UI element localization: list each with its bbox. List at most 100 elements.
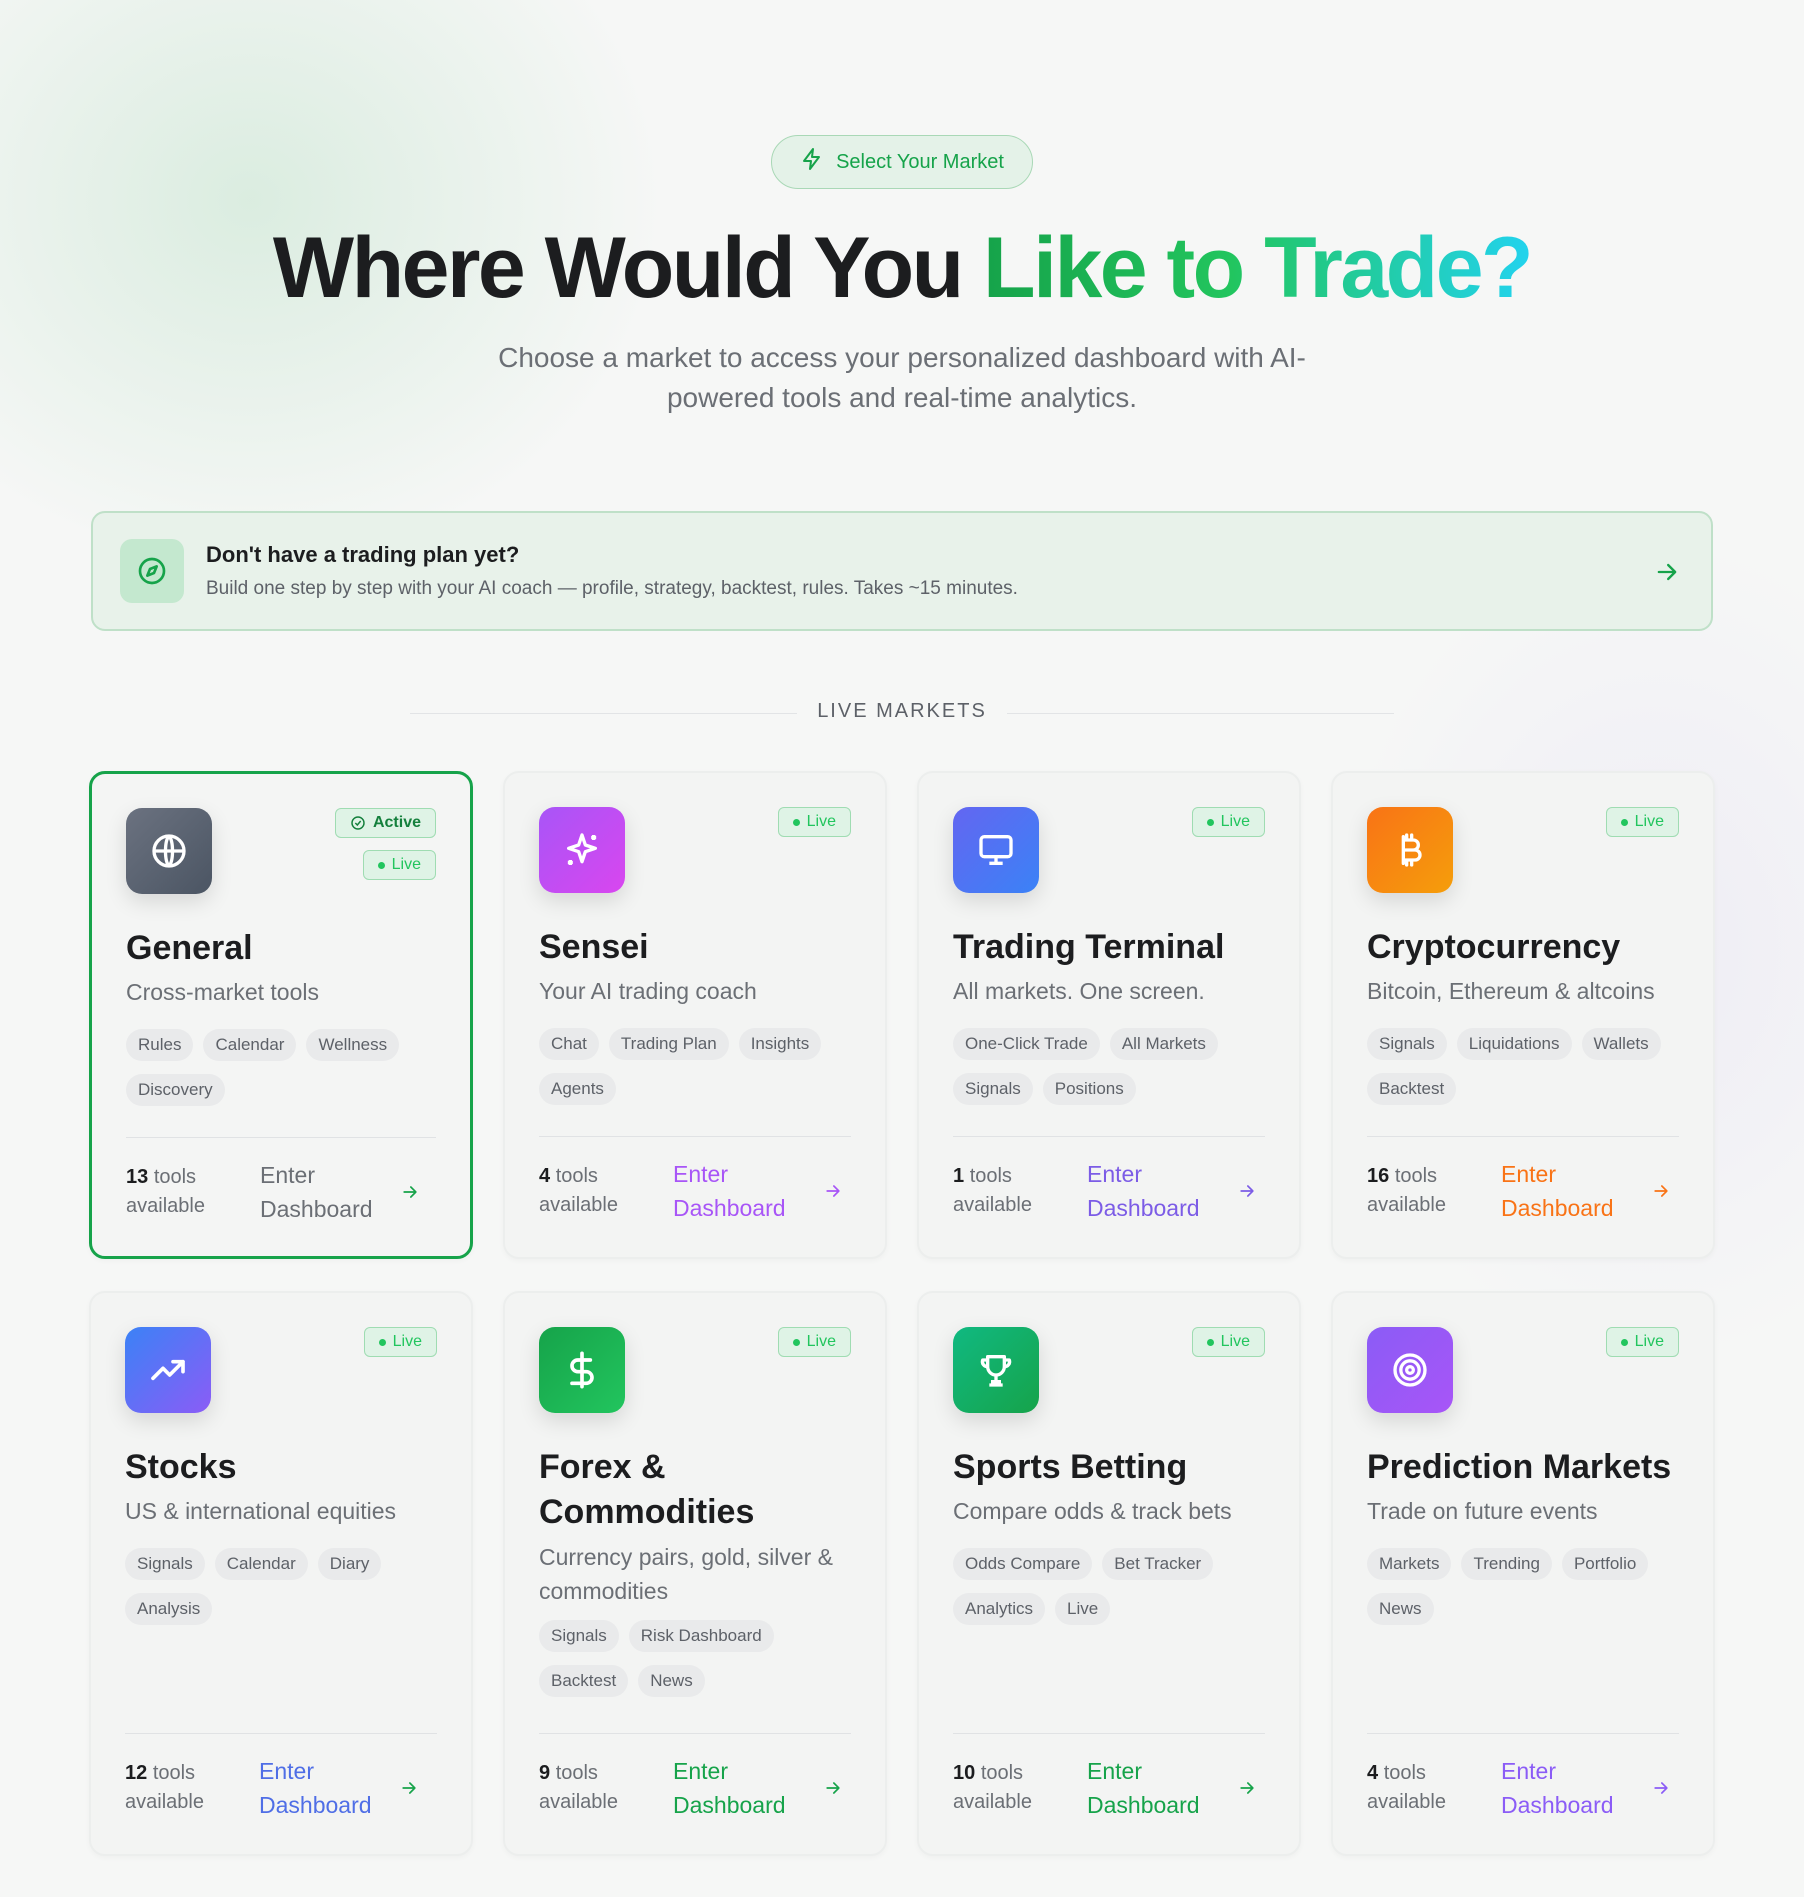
plan-banner-title: Don't have a trading plan yet? — [206, 542, 520, 567]
market-card-forex-commodities[interactable]: Live Forex & Commodities Currency pairs,… — [503, 1291, 887, 1856]
market-card-sports-betting[interactable]: Live Sports Betting Compare odds & track… — [917, 1291, 1301, 1856]
arrow-right-icon[interactable] — [399, 1778, 419, 1798]
feature-tags: Rules Calendar Wellness Discovery — [126, 1029, 456, 1106]
market-card-sensei[interactable]: Live Sensei Your AI trading coach Chat Tr… — [503, 771, 887, 1259]
arrow-right-icon — [1657, 563, 1677, 581]
enter-dashboard-link[interactable]: Enter Dashboard — [673, 1754, 823, 1822]
market-selection-page: Select Your Market Where Would You Like … — [0, 0, 1804, 1897]
pill-label: Select Your Market — [836, 150, 1004, 173]
feature-tag: Risk Dashboard — [628, 1620, 774, 1652]
market-card-general[interactable]: Active Live General Cross-market tools Ru… — [89, 771, 473, 1259]
arrow-right-icon[interactable] — [1237, 1778, 1257, 1798]
tool-count: 10 tools available — [953, 1762, 1032, 1813]
compass-icon — [120, 539, 184, 603]
lightning-icon — [800, 147, 824, 177]
enter-dashboard-link[interactable]: Enter Dashboard — [260, 1158, 400, 1226]
feature-tag: Agents — [539, 1073, 616, 1105]
enter-dashboard-link[interactable]: Enter Dashboard — [1087, 1157, 1237, 1225]
section-label: LIVE MARKETS — [0, 700, 1804, 723]
bitcoin-icon — [1367, 807, 1453, 893]
market-card-trading-terminal[interactable]: Live Trading Terminal All markets. One s… — [917, 771, 1301, 1259]
card-title: Stocks — [125, 1448, 237, 1486]
feature-tag: Live — [1055, 1593, 1111, 1625]
monitor-icon — [953, 807, 1039, 893]
feature-tags: Markets Trending Portfolio News — [1367, 1548, 1697, 1625]
live-badge: Live — [777, 1327, 851, 1357]
arrow-right-icon[interactable] — [1651, 1778, 1671, 1798]
feature-tag: Wellness — [306, 1029, 400, 1061]
card-title: Cryptocurrency — [1367, 928, 1621, 966]
feature-tags: Signals Risk Dashboard Backtest News — [539, 1620, 869, 1697]
feature-tag: All Markets — [1109, 1028, 1218, 1060]
enter-dashboard-link[interactable]: Enter Dashboard — [673, 1157, 823, 1225]
feature-tag: Signals — [125, 1548, 205, 1580]
feature-tag: Discovery — [126, 1074, 225, 1106]
tool-count: 4 tools available — [539, 1165, 618, 1216]
feature-tag: Portfolio — [1561, 1548, 1649, 1580]
feature-tag: Analytics — [953, 1593, 1046, 1625]
title-gradient: Like to Trade? — [983, 220, 1534, 316]
feature-tag: Chat — [539, 1028, 599, 1060]
tool-count: 1 tools available — [953, 1165, 1032, 1216]
feature-tag: Analysis — [125, 1593, 213, 1625]
card-subtitle: Cross-market tools — [126, 979, 319, 1005]
sparkles-icon — [539, 807, 625, 893]
feature-tag: Odds Compare — [953, 1548, 1093, 1580]
live-badge: Live — [1191, 1327, 1265, 1357]
market-card-prediction-markets[interactable]: Live Prediction Markets Trade on future … — [1331, 1291, 1715, 1856]
card-subtitle: All markets. One screen. — [953, 978, 1205, 1004]
tool-count: 12 tools available — [125, 1762, 204, 1813]
tool-count: 16 tools available — [1367, 1165, 1446, 1216]
arrow-right-icon[interactable] — [400, 1182, 420, 1202]
feature-tag: One-Click Trade — [953, 1028, 1100, 1060]
feature-tags: Signals Calendar Diary Analysis — [125, 1548, 455, 1625]
feature-tag: News — [638, 1665, 705, 1697]
trading-plan-banner[interactable]: Don't have a trading plan yet? Build one… — [91, 511, 1713, 631]
market-card-stocks[interactable]: Live Stocks US & international equities … — [89, 1291, 473, 1856]
select-market-pill: Select Your Market — [771, 135, 1033, 189]
arrow-right-icon[interactable] — [1237, 1181, 1257, 1201]
enter-dashboard-link[interactable]: Enter Dashboard — [259, 1754, 399, 1822]
live-badge: Live — [777, 807, 851, 837]
feature-tags: Chat Trading Plan Insights Agents — [539, 1028, 869, 1105]
enter-dashboard-link[interactable]: Enter Dashboard — [1501, 1157, 1651, 1225]
card-subtitle: Your AI trading coach — [539, 978, 757, 1004]
feature-tag: Backtest — [539, 1665, 629, 1697]
card-title: General — [126, 929, 253, 967]
feature-tag: Bet Tracker — [1102, 1548, 1214, 1580]
feature-tags: Signals Liquidations Wallets Backtest — [1367, 1028, 1697, 1105]
card-subtitle: Trade on future events — [1367, 1498, 1598, 1524]
feature-tag: Calendar — [214, 1548, 308, 1580]
tool-count: 13 tools available — [126, 1166, 205, 1217]
plan-banner-description: Build one step by step with your AI coac… — [206, 578, 1018, 599]
live-badge: Live — [1605, 1327, 1679, 1357]
arrow-right-icon[interactable] — [823, 1778, 843, 1798]
feature-tag: Rules — [126, 1029, 194, 1061]
page-title: Where Would You Like to Trade? — [0, 218, 1804, 318]
card-subtitle: Compare odds & track bets — [953, 1498, 1232, 1524]
arrow-right-icon[interactable] — [1651, 1181, 1671, 1201]
feature-tag: Diary — [317, 1548, 382, 1580]
card-subtitle: Currency pairs, gold, silver & commoditi… — [539, 1544, 833, 1604]
arrow-right-icon[interactable] — [823, 1181, 843, 1201]
feature-tag: Positions — [1042, 1073, 1136, 1105]
feature-tag: Trending — [1461, 1548, 1552, 1580]
card-subtitle: Bitcoin, Ethereum & altcoins — [1367, 978, 1655, 1004]
feature-tags: One-Click Trade All Markets Signals Positio… — [953, 1028, 1283, 1105]
feature-tag: Calendar — [203, 1029, 297, 1061]
title-plain: Where Would You — [272, 220, 984, 316]
tool-count: 9 tools available — [539, 1762, 618, 1813]
enter-dashboard-link[interactable]: Enter Dashboard — [1087, 1754, 1237, 1822]
card-title: Prediction Markets — [1367, 1448, 1672, 1486]
feature-tag: Trading Plan — [608, 1028, 729, 1060]
tool-count: 4 tools available — [1367, 1762, 1446, 1813]
globe-icon — [126, 808, 212, 894]
enter-dashboard-link[interactable]: Enter Dashboard — [1501, 1754, 1651, 1822]
card-title: Forex & Commodities — [539, 1448, 755, 1531]
market-card-cryptocurrency[interactable]: Live Cryptocurrency Bitcoin, Ethereum & … — [1331, 771, 1715, 1259]
trophy-icon — [953, 1327, 1039, 1413]
target-icon — [1367, 1327, 1453, 1413]
card-title: Sports Betting — [953, 1448, 1188, 1486]
feature-tag: Wallets — [1581, 1028, 1661, 1060]
live-badge: Live — [1605, 807, 1679, 837]
